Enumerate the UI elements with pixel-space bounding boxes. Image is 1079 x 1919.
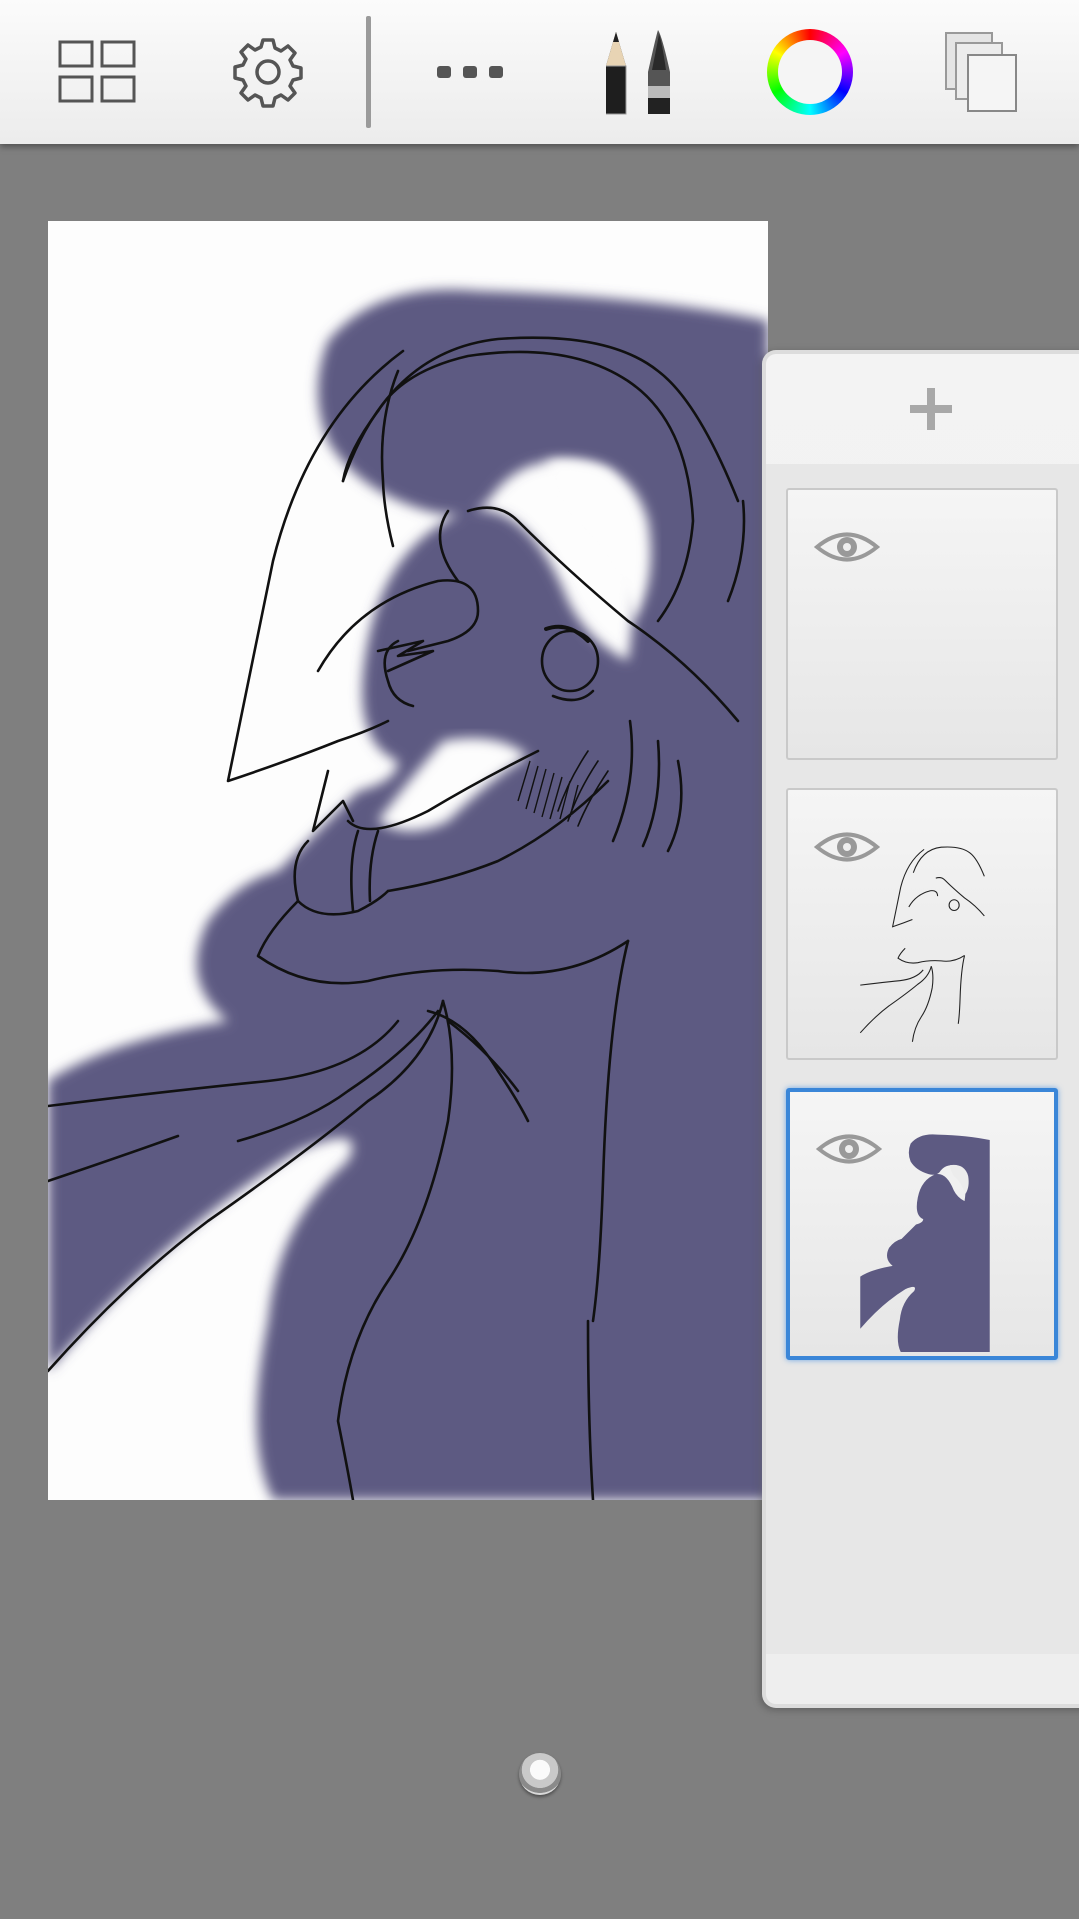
- layers-button[interactable]: [932, 0, 1032, 144]
- settings-button[interactable]: [218, 0, 318, 144]
- gear-icon: [233, 38, 303, 108]
- pencil-brush-icon: [606, 30, 670, 115]
- color-fill-thumbnail: [860, 1134, 990, 1352]
- add-layer-button[interactable]: [766, 354, 1079, 464]
- layers-panel: [762, 350, 1079, 1708]
- artwork: [48, 289, 768, 1500]
- gallery-button[interactable]: [48, 0, 148, 144]
- top-toolbar: [0, 0, 1079, 144]
- grid-icon: [58, 40, 136, 103]
- layers-icon: [945, 32, 1017, 112]
- layer-item-color-fill[interactable]: [786, 1088, 1058, 1360]
- ellipsis-icon: [437, 66, 503, 78]
- plus-icon: [910, 388, 952, 430]
- drawing-canvas[interactable]: [48, 221, 768, 1500]
- brushes-button[interactable]: [588, 0, 688, 144]
- line-art-thumbnail: [859, 846, 985, 1042]
- layer-list: [766, 464, 1079, 1654]
- layer-item-line-art[interactable]: [786, 788, 1058, 1060]
- eye-icon[interactable]: [814, 526, 880, 568]
- more-button[interactable]: [420, 0, 520, 144]
- layer-item-empty[interactable]: [786, 488, 1058, 760]
- color-fill: [48, 289, 768, 1500]
- color-wheel-icon: [767, 29, 853, 115]
- toolbar-separator: [366, 16, 371, 128]
- color-button[interactable]: [760, 0, 860, 144]
- canvas-handle-button[interactable]: [519, 1753, 561, 1795]
